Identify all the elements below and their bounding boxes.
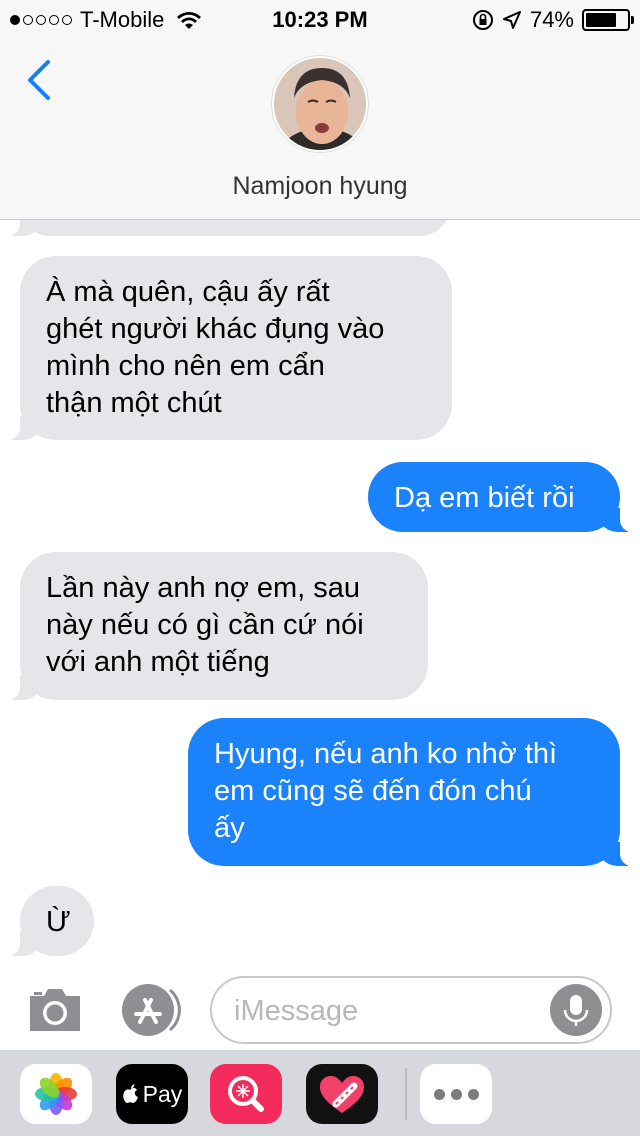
microphone-icon[interactable] [550,984,602,1036]
battery-level-fill [586,13,616,27]
message-text: Dạ em biết rồi [394,482,575,514]
contact-avatar[interactable] [272,56,368,152]
message-bubble-incoming[interactable]: À mà quên, cậu ấy rất ghét người khác đụ… [8,256,452,440]
message-bubble-outgoing[interactable]: Dạ em biết rồi [368,462,632,532]
status-bar: T-Mobile 10:23 PM 74% [0,0,640,40]
message-text: Hyung, nếu anh ko nhờ thì em cũng sẽ đến… [214,738,558,844]
apple-pay-label: Pay [142,1080,183,1107]
digital-touch-app-icon[interactable] [306,1064,378,1124]
message-input-placeholder: iMessage [234,995,359,1027]
camera-icon[interactable] [26,984,84,1034]
message-bubble-incoming[interactable]: Ừ [8,886,94,956]
message-bubble-partial [8,220,450,236]
conversation-header: T-Mobile 10:23 PM 74% Namjoon hyung [0,0,640,220]
search-images-app-icon[interactable] [210,1064,282,1124]
message-bubble-outgoing[interactable]: Hyung, nếu anh ko nhờ thì em cũng sẽ đến… [188,718,632,866]
battery-icon [582,9,634,31]
message-thread[interactable]: À mà quên, cậu ấy rất ghét người khác đụ… [0,220,640,970]
app-drawer-divider [405,1068,407,1120]
apple-pay-app-icon[interactable]: Pay [116,1064,188,1124]
contact-name[interactable]: Namjoon hyung [0,172,640,201]
message-bubble-incoming[interactable]: Lần này anh nợ em, sau này nếu có gì cần… [8,552,428,700]
chevron-left-icon[interactable] [22,58,58,102]
location-arrow-icon [502,11,521,29]
message-text: Lần này anh nợ em, sau này nếu có gì cần… [46,572,364,678]
apple-logo-icon [122,1084,138,1103]
app-store-icon[interactable] [118,982,182,1038]
message-text: Ừ [46,906,71,938]
message-input[interactable]: iMessage [210,976,612,1044]
message-text: À mà quên, cậu ấy rất ghét người khác đụ… [46,276,385,419]
status-right: 74% [472,7,634,33]
photos-app-icon[interactable] [20,1064,92,1124]
more-apps-icon[interactable] [420,1064,492,1124]
battery-percentage: 74% [529,7,574,32]
orientation-lock-icon [472,10,493,30]
